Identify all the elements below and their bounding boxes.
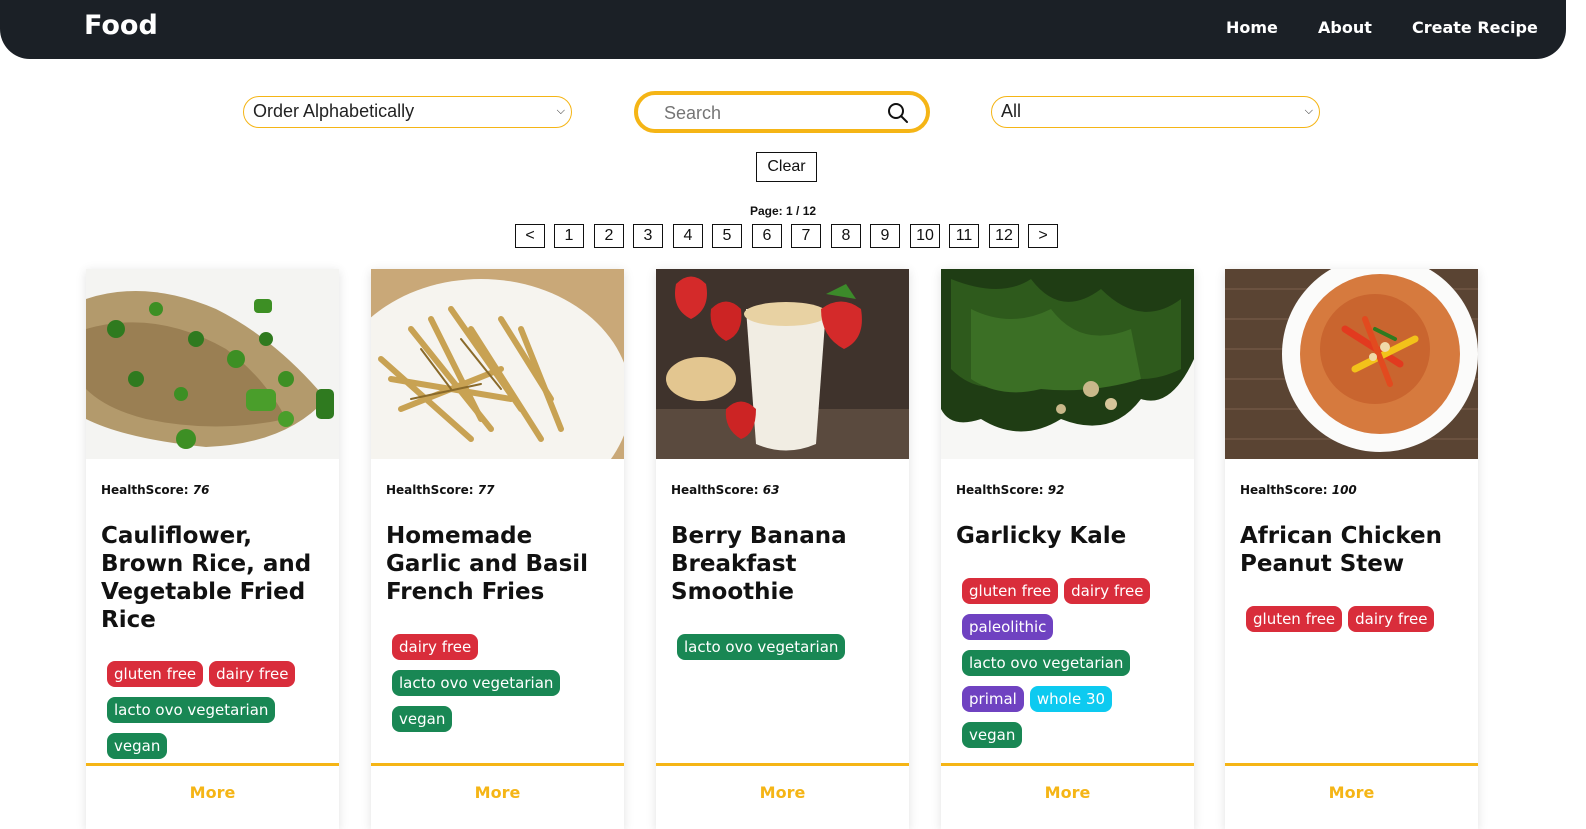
card-divider [941, 763, 1194, 766]
diet-select-value: All [1001, 101, 1022, 121]
diet-tag: primal [962, 686, 1024, 712]
search-input[interactable] [664, 101, 884, 125]
diet-tag: lacto ovo vegetarian [962, 650, 1131, 676]
recipe-card: HealthScore: 63 Berry Banana Breakfast S… [656, 269, 909, 829]
diet-tags: gluten free dairy free lacto ovo vegetari… [107, 661, 332, 769]
diet-tags: lacto ovo vegetarian [677, 634, 902, 670]
recipe-title[interactable]: Garlicky Kale [956, 522, 1184, 550]
page-indicator: Page: 1 / 12 [750, 204, 817, 218]
more-button[interactable]: More [656, 783, 909, 802]
navbar: Food Home About Create Recipe [0, 0, 1566, 59]
recipe-image-smoothie [656, 269, 909, 459]
search-box[interactable] [634, 91, 930, 133]
recipe-image-kale [941, 269, 1194, 459]
diet-tag: lacto ovo vegetarian [677, 634, 846, 660]
page-button-7[interactable]: 7 [791, 224, 821, 248]
card-divider [656, 763, 909, 766]
page-button-11[interactable]: 11 [949, 224, 979, 248]
recipe-card: HealthScore: 76 Cauliflower, Brown Rice,… [86, 269, 339, 829]
page-button-1[interactable]: 1 [554, 224, 584, 248]
diet-tag: paleolithic [962, 614, 1054, 640]
more-button[interactable]: More [941, 783, 1194, 802]
health-score: HealthScore: 100 [1240, 483, 1357, 497]
diet-tag: dairy free [1348, 606, 1435, 632]
page-button-10[interactable]: 10 [910, 224, 940, 248]
health-score: HealthScore: 77 [386, 483, 495, 497]
page-button-3[interactable]: 3 [633, 224, 663, 248]
diet-tag: lacto ovo vegetarian [392, 670, 561, 696]
recipe-image-peanut-stew [1225, 269, 1478, 459]
page-button-6[interactable]: 6 [752, 224, 782, 248]
nav-link-home[interactable]: Home [1226, 18, 1278, 37]
recipe-card: HealthScore: 100 African Chicken Peanut … [1225, 269, 1478, 829]
card-divider [371, 763, 624, 766]
diet-tag: dairy free [1064, 578, 1151, 604]
recipe-card: HealthScore: 77 Homemade Garlic and Basi… [371, 269, 624, 829]
recipe-title[interactable]: Homemade Garlic and Basil French Fries [386, 522, 614, 606]
diet-tags: gluten free dairy free [1246, 606, 1471, 642]
diet-tag: lacto ovo vegetarian [107, 697, 276, 723]
clear-button[interactable]: Clear [756, 152, 817, 182]
chevron-down-icon: ⌵ [556, 105, 565, 117]
recipe-title[interactable]: Cauliflower, Brown Rice, and Vegetable F… [101, 522, 329, 634]
card-divider [1225, 763, 1478, 766]
diet-tag: dairy free [392, 634, 479, 660]
more-button[interactable]: More [86, 783, 339, 802]
search-icon[interactable] [886, 101, 910, 125]
health-score: HealthScore: 63 [671, 483, 780, 497]
recipe-title[interactable]: Berry Banana Breakfast Smoothie [671, 522, 899, 606]
diet-tag: vegan [107, 733, 168, 759]
recipe-image-french-fries [371, 269, 624, 459]
diet-tag: gluten free [1246, 606, 1343, 632]
order-select-value: Order Alphabetically [253, 101, 415, 121]
diet-tag: whole 30 [1029, 686, 1113, 712]
diet-tag: vegan [392, 706, 453, 732]
more-button[interactable]: More [371, 783, 624, 802]
nav-link-create-recipe[interactable]: Create Recipe [1412, 18, 1538, 37]
diet-select[interactable]: All ⌵ [991, 96, 1320, 128]
page-button-4[interactable]: 4 [673, 224, 703, 248]
health-score: HealthScore: 92 [956, 483, 1065, 497]
recipe-title[interactable]: African Chicken Peanut Stew [1240, 522, 1468, 578]
next-page-button[interactable]: > [1028, 224, 1058, 248]
order-select[interactable]: Order Alphabetically ⌵ [243, 96, 572, 128]
more-button[interactable]: More [1225, 783, 1478, 802]
page-button-12[interactable]: 12 [989, 224, 1019, 248]
page-button-9[interactable]: 9 [870, 224, 900, 248]
nav-link-about[interactable]: About [1318, 18, 1372, 37]
recipe-image-fried-rice [86, 269, 339, 459]
prev-page-button[interactable]: < [515, 224, 545, 248]
card-divider [86, 763, 339, 766]
diet-tags: gluten free dairy free paleolithic lacto … [962, 578, 1187, 758]
diet-tag: gluten free [962, 578, 1059, 604]
diet-tag: dairy free [209, 661, 296, 687]
chevron-down-icon: ⌵ [1304, 105, 1313, 117]
brand-logo[interactable]: Food [84, 10, 158, 41]
health-score: HealthScore: 76 [101, 483, 210, 497]
page-button-2[interactable]: 2 [594, 224, 624, 248]
diet-tag: gluten free [107, 661, 204, 687]
diet-tag: vegan [962, 722, 1023, 748]
recipe-card: HealthScore: 92 Garlicky Kale gluten fre… [941, 269, 1194, 829]
page-button-8[interactable]: 8 [831, 224, 861, 248]
page-button-5[interactable]: 5 [712, 224, 742, 248]
diet-tags: dairy free lacto ovo vegetarian vegan [392, 634, 617, 742]
